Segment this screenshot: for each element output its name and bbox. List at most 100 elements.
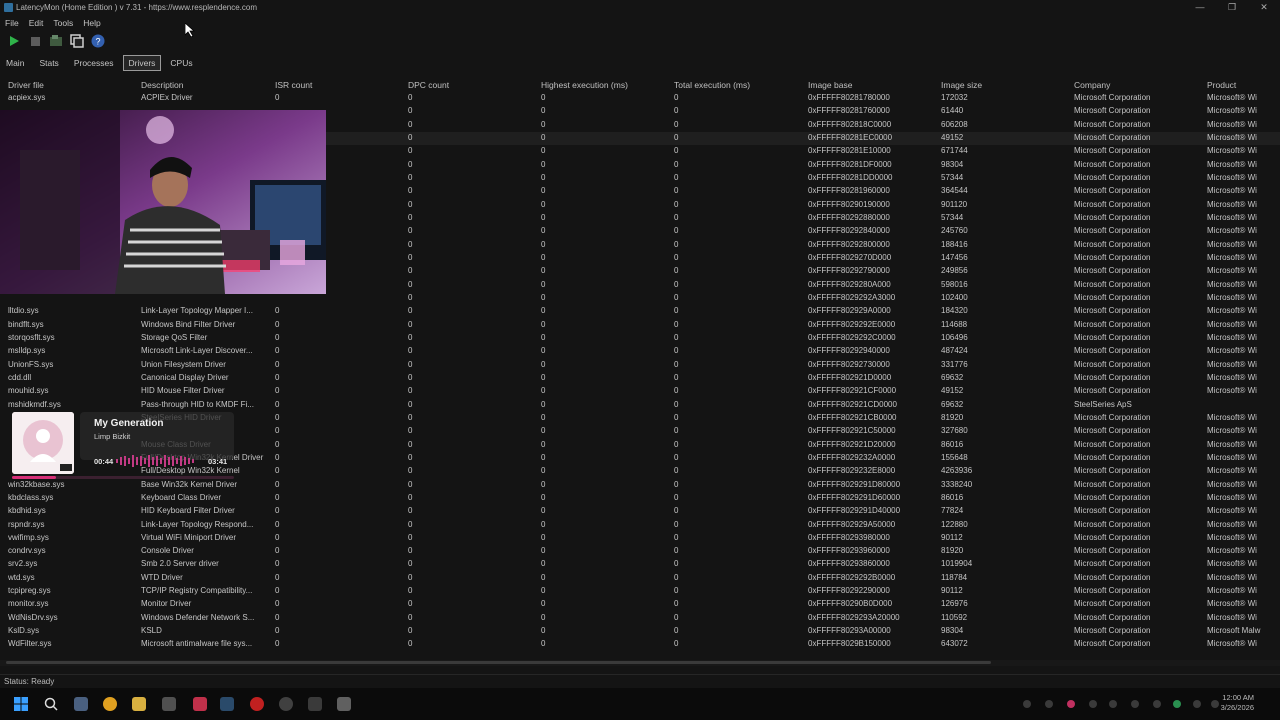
windows-start-icon[interactable]: [14, 697, 28, 711]
table-row[interactable]: monitor.sys Monitor Driver 0 0 0 0 0xFFFFF8029…: [0, 598, 1280, 611]
table-row[interactable]: WdFilter.sys Microsoft antimalware file s…: [0, 638, 1280, 651]
column-dpc-count[interactable]: DPC count: [408, 80, 536, 90]
table-row[interactable]: condrv.sys Console Driver 0 0 0 0 0xFFFFF80293…: [0, 545, 1280, 558]
table-row[interactable]: storqosflt.sys Storage QoS Filter 0 0 0 0 0xFF…: [0, 332, 1280, 345]
table-cell: 0: [408, 332, 413, 342]
tab-drivers[interactable]: Drivers: [122, 55, 162, 71]
table-row[interactable]: wtd.sys WTD Driver 0 0 0 0 0xFFFFF8029292B0000…: [0, 572, 1280, 585]
table-cell: 0: [674, 639, 679, 649]
track-progress-bar[interactable]: [12, 476, 234, 479]
search-icon[interactable]: [44, 697, 58, 711]
table-row[interactable]: rspndr.sys Link-Layer Topology Respond...…: [0, 519, 1280, 532]
table-cell: Microsoft Corporation: [1074, 532, 1151, 542]
column-image-size[interactable]: Image size: [941, 80, 1069, 90]
scrollbar-thumb[interactable]: [6, 661, 991, 664]
steam-icon[interactable]: [220, 697, 234, 711]
copy-button[interactable]: [69, 33, 85, 49]
table-cell: 0: [674, 119, 679, 129]
table-cell: 0: [674, 239, 679, 249]
table-row[interactable]: acpiex.sys ACPIEx Driver 0 0 0 0 0xFFFFF802817…: [0, 92, 1280, 105]
tray-icon[interactable]: [1089, 700, 1097, 708]
tray-icon[interactable]: [1045, 700, 1053, 708]
table-cell: 0: [674, 212, 679, 222]
app-icon-4[interactable]: [279, 697, 293, 711]
app-icon-5[interactable]: [308, 697, 322, 711]
table-row[interactable]: bindflt.sys Windows Bind Filter Driver 0 0 0…: [0, 319, 1280, 332]
toolbar: ?: [6, 33, 106, 49]
table-cell: 0: [275, 506, 280, 516]
tray-icon[interactable]: [1023, 700, 1031, 708]
table-cell: 0: [541, 479, 546, 489]
menu-file[interactable]: File: [0, 16, 24, 30]
reset-button[interactable]: [48, 33, 64, 49]
tray-icon[interactable]: [1109, 700, 1117, 708]
column-product[interactable]: Product: [1207, 80, 1279, 90]
table-cell: acpiex.sys: [8, 93, 46, 102]
column-company[interactable]: Company: [1074, 80, 1202, 90]
column-description[interactable]: Description: [141, 80, 269, 90]
table-row[interactable]: mslldp.sys Microsoft Link-Layer Discover.…: [0, 345, 1280, 358]
table-row[interactable]: lltdio.sys Link-Layer Topology Mapper I..…: [0, 305, 1280, 318]
tab-processes[interactable]: Processes: [68, 55, 120, 71]
column-isr-count[interactable]: ISR count: [275, 80, 403, 90]
tab-main[interactable]: Main: [0, 55, 30, 71]
table-cell: 0: [275, 439, 280, 449]
column-total-execution[interactable]: Total execution (ms): [674, 80, 802, 90]
table-row[interactable]: cdd.dll Canonical Display Driver 0 0 0 0 0xFFF…: [0, 372, 1280, 385]
minimize-button[interactable]: —: [1184, 0, 1216, 16]
network-icon[interactable]: [1193, 700, 1201, 708]
table-row[interactable]: kbdclass.sys Keyboard Class Driver 0 0 0 0 0xF…: [0, 492, 1280, 505]
close-button[interactable]: ✕: [1248, 0, 1280, 16]
table-row[interactable]: tcpipreg.sys TCP/IP Registry Compatibilit…: [0, 585, 1280, 598]
volume-icon[interactable]: [1211, 700, 1219, 708]
help-button[interactable]: ?: [90, 33, 106, 49]
horizontal-scrollbar[interactable]: [0, 660, 1280, 666]
table-cell: Microsoft® Wi: [1207, 93, 1257, 102]
app-icon[interactable]: [162, 697, 176, 711]
latencymon-taskbar-icon[interactable]: [337, 697, 351, 711]
table-cell: 0xFFFFF8029293A20000: [808, 612, 900, 622]
app-icon-2[interactable]: [193, 697, 207, 711]
tray-icon[interactable]: [1067, 700, 1075, 708]
tab-stats[interactable]: Stats: [33, 55, 64, 71]
table-row[interactable]: win32kbase.sys Base Win32k Kernel Driver 0…: [0, 479, 1280, 492]
table-row[interactable]: srv2.sys Smb 2.0 Server driver 0 0 0 0 0xFFFFF…: [0, 558, 1280, 571]
table-cell: 0: [541, 212, 546, 222]
table-cell: 0: [674, 266, 679, 276]
table-cell: 98304: [941, 159, 964, 169]
table-cell: 57344: [941, 212, 964, 222]
table-cell: Storage QoS Filter: [141, 332, 208, 342]
column-highest-execution[interactable]: Highest execution (ms): [541, 80, 669, 90]
table-cell: Microsoft® Wi: [1207, 106, 1257, 116]
tray-icon[interactable]: [1153, 700, 1161, 708]
table-cell: 487424: [941, 346, 968, 356]
menu-help[interactable]: Help: [78, 16, 105, 30]
table-cell: 0xFFFFF8029232E8000: [808, 466, 896, 476]
tray-icon[interactable]: [1131, 700, 1139, 708]
maximize-button[interactable]: ❐: [1216, 0, 1248, 16]
column-image-base[interactable]: Image base: [808, 80, 936, 90]
tab-cpus[interactable]: CPUs: [164, 55, 198, 71]
table-row[interactable]: KslD.sys KSLD 0 0 0 0 0xFFFFF80293A00000 98304 M…: [0, 625, 1280, 638]
tray-icon[interactable]: [1173, 700, 1181, 708]
app-icon-3[interactable]: [250, 697, 264, 711]
table-row[interactable]: mouhid.sys HID Mouse Filter Driver 0 0 0 0 0xF…: [0, 385, 1280, 398]
table-cell: 0: [541, 492, 546, 502]
start-monitor-button[interactable]: [6, 33, 22, 49]
taskbar-clock[interactable]: 12:00 AM 3/26/2026: [1221, 693, 1254, 713]
table-cell: 0: [408, 626, 413, 636]
menu-tools[interactable]: Tools: [48, 16, 78, 30]
table-row[interactable]: kbdhid.sys HID Keyboard Filter Driver 0 0 0 0…: [0, 505, 1280, 518]
settings-app-icon[interactable]: [74, 697, 88, 711]
table-row[interactable]: WdNisDrv.sys Windows Defender Network S..…: [0, 612, 1280, 625]
table-row[interactable]: vwifimp.sys Virtual WiFi Miniport Driver 0…: [0, 532, 1280, 545]
file-explorer-icon[interactable]: [132, 697, 146, 711]
chrome-icon[interactable]: [103, 697, 117, 711]
table-cell: mslldp.sys: [8, 346, 46, 356]
table-row[interactable]: UnionFS.sys Union Filesystem Driver 0 0 0 0 0x…: [0, 359, 1280, 372]
table-cell: 0: [674, 226, 679, 236]
column-driver-file[interactable]: Driver file: [8, 80, 136, 90]
stop-monitor-button[interactable]: [27, 33, 43, 49]
menu-edit[interactable]: Edit: [24, 16, 49, 30]
table-cell: 0: [275, 426, 280, 436]
